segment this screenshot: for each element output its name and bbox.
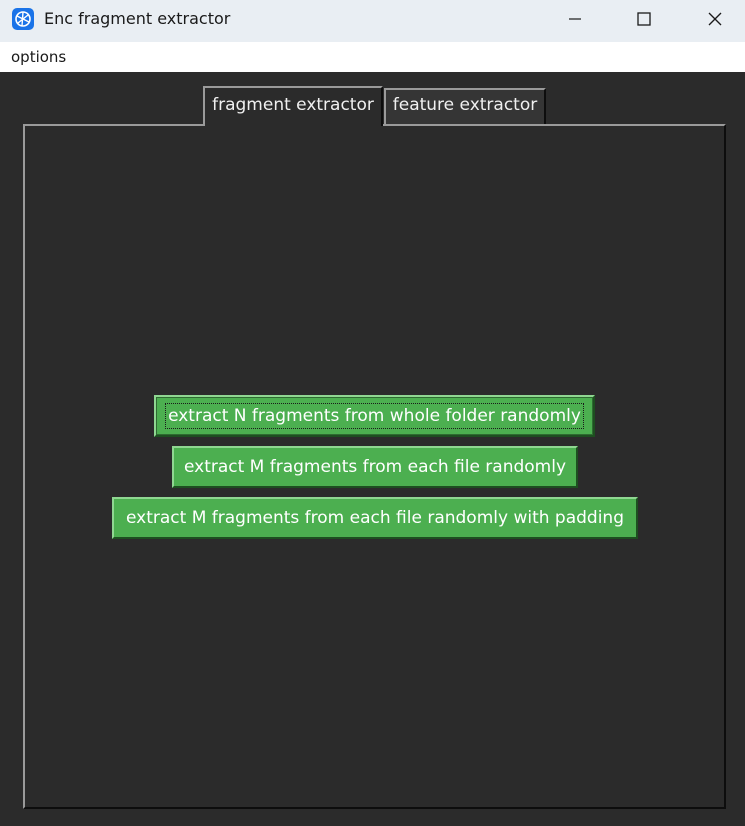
tab-fragment-extractor[interactable]: fragment extractor (203, 86, 383, 126)
close-button[interactable] (692, 0, 738, 38)
extract-n-whole-folder-label: extract N fragments from whole folder ra… (165, 403, 584, 429)
menu-options[interactable]: options (11, 47, 66, 67)
app-logo-icon (11, 7, 35, 31)
close-icon (708, 12, 722, 26)
minimize-button[interactable] (552, 0, 598, 38)
extract-m-each-file-padding-button[interactable]: extract M fragments from each file rando… (112, 497, 638, 539)
window-title: Enc fragment extractor (44, 9, 231, 28)
title-bar[interactable]: Enc fragment extractor (0, 0, 745, 42)
app-window: Enc fragment extractor options fragment … (0, 0, 745, 826)
extract-m-each-file-label: extract M fragments from each file rando… (183, 457, 567, 477)
extract-m-each-file-padding-label: extract M fragments from each file rando… (125, 508, 624, 528)
extract-m-each-file-button[interactable]: extract M fragments from each file rando… (172, 446, 578, 488)
maximize-button[interactable] (621, 0, 667, 38)
minimize-icon (569, 18, 581, 20)
maximize-icon (637, 12, 651, 26)
extract-n-whole-folder-button[interactable]: extract N fragments from whole folder ra… (154, 395, 595, 437)
menu-bar: options (0, 42, 745, 72)
client-area: fragment extractor feature extractor ext… (0, 72, 745, 826)
tab-feature-extractor[interactable]: feature extractor (384, 88, 546, 124)
tab-panel-fragment-extractor: extract N fragments from whole folder ra… (23, 124, 726, 809)
